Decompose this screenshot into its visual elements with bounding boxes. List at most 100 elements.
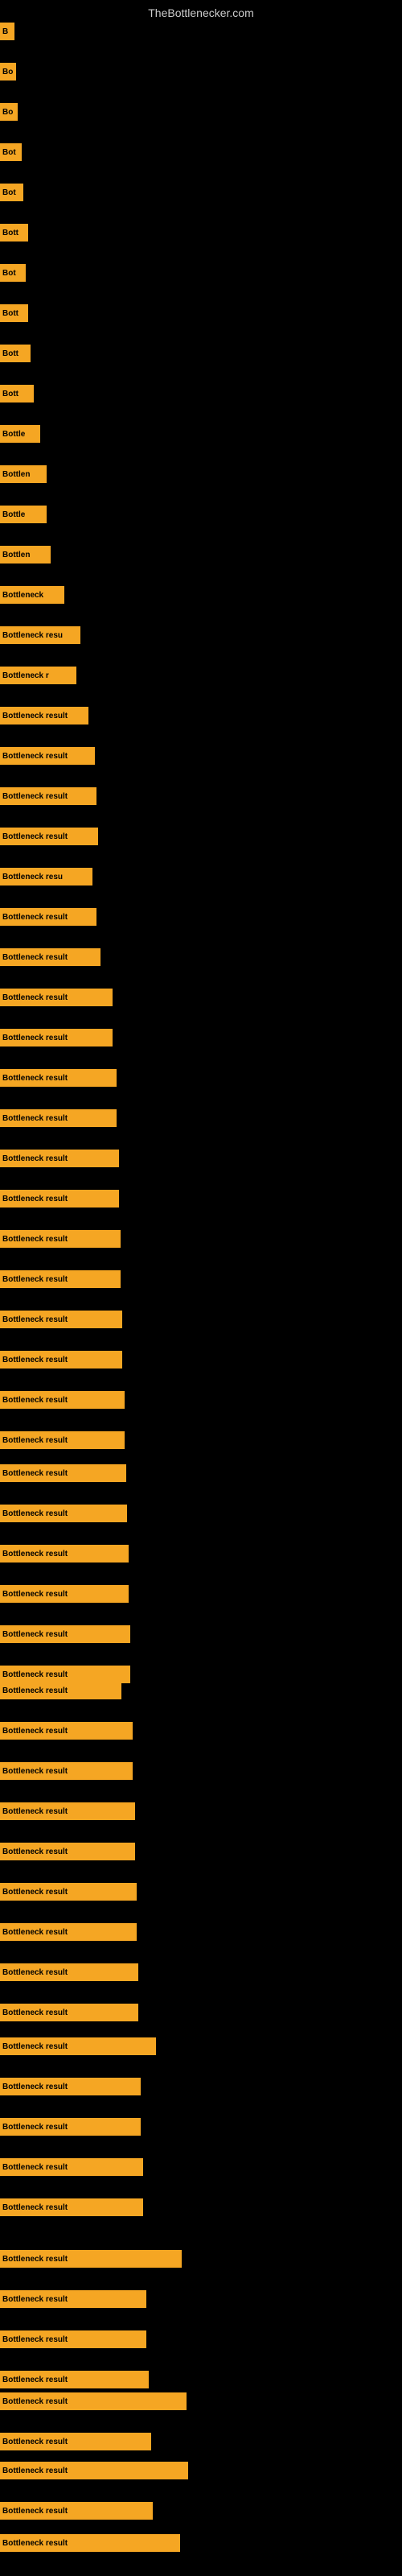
bottleneck-bar[interactable]: Bottleneck result [0,989,113,1006]
bottleneck-bar[interactable]: Bottleneck result [0,2371,149,2388]
bottleneck-bar[interactable]: Bottlen [0,546,51,564]
bottleneck-bar[interactable]: Bottleneck result [0,1270,121,1288]
bottleneck-bar[interactable]: Bottleneck result [0,1230,121,1248]
bottleneck-bar[interactable]: Bottleneck result [0,1682,121,1699]
bar-row: Bottleneck result [0,1722,133,1740]
bar-row: Bottleneck result [0,1109,117,1127]
bar-row: Bottlen [0,465,47,483]
bar-row: Bottleneck result [0,1190,119,1208]
bottleneck-bar[interactable]: Bottleneck result [0,1069,117,1087]
bar-row: Bott [0,345,31,362]
bottleneck-bar[interactable]: Bottleneck result [0,1391,125,1409]
bottleneck-bar[interactable]: B [0,23,14,40]
bottleneck-bar[interactable]: Bottleneck result [0,2433,151,2450]
bottleneck-bar[interactable]: Bottleneck result [0,2392,187,2410]
bottleneck-bar[interactable]: Bottleneck result [0,2037,156,2055]
bottleneck-bar[interactable]: Bottleneck result [0,1464,126,1482]
bottleneck-bar[interactable]: Bottleneck resu [0,868,92,886]
bottleneck-bar[interactable]: Bottleneck result [0,2198,143,2216]
bar-row: Bottleneck result [0,747,95,765]
bar-row: Bottleneck result [0,1585,129,1603]
bottleneck-bar[interactable]: Bottleneck result [0,1666,130,1683]
bar-row: Bott [0,224,28,242]
bottleneck-bar[interactable]: Bottleneck result [0,1843,135,1860]
bar-row: Bottleneck result [0,2371,149,2388]
bar-row: Bottleneck result [0,2198,143,2216]
bottleneck-bar[interactable]: Bottleneck result [0,747,95,765]
bottleneck-bar[interactable]: Bottle [0,506,47,523]
bottleneck-bar[interactable]: Bottleneck result [0,1351,122,1368]
bar-row: Bottleneck result [0,2462,188,2479]
bottleneck-bar[interactable]: Bot [0,264,26,282]
bar-row: Bottleneck result [0,2118,141,2136]
bottleneck-bar[interactable]: Bottleneck result [0,1762,133,1780]
bar-row: Bottleneck result [0,2502,153,2520]
bar-row: Bottleneck result [0,1351,122,1368]
bottleneck-bar[interactable]: Bottleneck result [0,1963,138,1981]
bar-row: Bottleneck result [0,948,100,966]
bottleneck-bar[interactable]: Bott [0,224,28,242]
bottleneck-bar[interactable]: Bottleneck [0,586,64,604]
bottleneck-bar[interactable]: Bottleneck result [0,2290,146,2308]
bar-row: Bottleneck result [0,1311,122,1328]
bottleneck-bar[interactable]: Bottleneck result [0,707,88,724]
bottleneck-bar[interactable]: Bottleneck result [0,1431,125,1449]
bottleneck-bar[interactable]: Bottleneck result [0,908,96,926]
bottleneck-bar[interactable]: Bottleneck result [0,1029,113,1046]
bar-row: Bottleneck result [0,1431,125,1449]
bottleneck-bar[interactable]: Bottleneck result [0,1545,129,1563]
bottleneck-bar[interactable]: Bottleneck result [0,948,100,966]
bottleneck-bar[interactable]: Bottleneck result [0,787,96,805]
bottleneck-bar[interactable]: Bott [0,304,28,322]
bar-row: Bottleneck result [0,1270,121,1288]
bottleneck-bar[interactable]: Bottleneck result [0,1883,137,1901]
bottleneck-bar[interactable]: Bottleneck result [0,2078,141,2095]
bar-row: Bottle [0,506,47,523]
bottleneck-bar[interactable]: Bottleneck resu [0,626,80,644]
bottleneck-bar[interactable]: Bottlen [0,465,47,483]
bottleneck-bar[interactable]: Bottleneck result [0,1109,117,1127]
bottleneck-bar[interactable]: Bottleneck result [0,2118,141,2136]
bottleneck-bar[interactable]: Bottleneck result [0,1311,122,1328]
bottleneck-bar[interactable]: Bottleneck result [0,1190,119,1208]
bottleneck-bar[interactable]: Bot [0,184,23,201]
bottleneck-bar[interactable]: Bottleneck result [0,1625,130,1643]
bar-row: Bot [0,143,22,161]
bar-row: Bottleneck result [0,2004,138,2021]
bottleneck-bar[interactable]: Bottleneck result [0,1505,127,1522]
site-title: TheBottlenecker.com [0,0,402,23]
bar-row: Bottle [0,425,40,443]
bottleneck-bar[interactable]: Bottleneck result [0,2462,188,2479]
bar-row: Bottleneck result [0,1150,119,1167]
bar-row: Bottleneck result [0,2433,151,2450]
bar-row: Bottleneck result [0,1843,135,1860]
bottleneck-bar[interactable]: Bottleneck result [0,2158,143,2176]
bottleneck-bar[interactable]: Bott [0,345,31,362]
bar-row: Bottleneck result [0,1230,121,1248]
bottleneck-bar[interactable]: Bottleneck result [0,1923,137,1941]
bottleneck-bar[interactable]: Bottleneck result [0,2534,180,2552]
bottleneck-bar[interactable]: Bottleneck result [0,1802,135,1820]
bottleneck-bar[interactable]: Bo [0,63,16,80]
bottleneck-bar[interactable]: Bottleneck result [0,2330,146,2348]
bar-row: Bottleneck resu [0,868,92,886]
bottleneck-bar[interactable]: Bottleneck result [0,2502,153,2520]
bottleneck-bar[interactable]: Bott [0,385,34,402]
bar-row: Bo [0,103,18,121]
bar-row: Bottleneck result [0,707,88,724]
bottleneck-bar[interactable]: Bottleneck result [0,1150,119,1167]
bottleneck-bar[interactable]: Bottleneck result [0,2250,182,2268]
bottleneck-bar[interactable]: Bottleneck result [0,1722,133,1740]
bottleneck-bar[interactable]: Bottleneck result [0,828,98,845]
bar-row: Bottleneck result [0,2078,141,2095]
bar-row: Bottleneck result [0,908,96,926]
bottleneck-bar[interactable]: Bottleneck result [0,2004,138,2021]
bar-row: Bottleneck result [0,989,113,1006]
bottleneck-bar[interactable]: Bo [0,103,18,121]
bottleneck-bar[interactable]: Bottleneck result [0,1585,129,1603]
bottleneck-bar[interactable]: Bot [0,143,22,161]
bar-row: Bottleneck resu [0,626,80,644]
bottleneck-bar[interactable]: Bottleneck r [0,667,76,684]
bottleneck-bar[interactable]: Bottle [0,425,40,443]
bar-row: Bottleneck r [0,667,76,684]
